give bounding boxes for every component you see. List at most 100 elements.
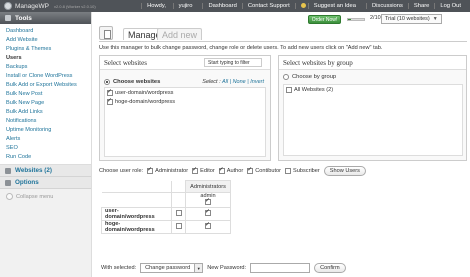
intro-text: Use this manager to bulk change password… <box>99 45 383 51</box>
sidebar-item-bulk-new-page[interactable]: Bulk New Page <box>0 99 91 108</box>
sidebar-item-uptime-monitoring[interactable]: Uptime Monitoring <box>0 126 91 135</box>
nav-log-out[interactable]: Log Out <box>434 3 466 10</box>
action-select[interactable]: Change password ▼ <box>140 263 204 273</box>
sidebar-item-bulk-new-post[interactable]: Bulk New Post <box>0 90 91 99</box>
howdy-label: Howdy, <box>141 3 171 9</box>
order-now-button[interactable]: Order Now! <box>308 15 341 24</box>
admin-top-bar: ManageWP v2.0.8 (Worker v2.0.10) Howdy, … <box>0 0 470 12</box>
role-name: Author <box>226 168 244 174</box>
role-administrator[interactable]: Administrator <box>147 166 188 174</box>
username: yujiro <box>172 3 198 9</box>
role-checkbox[interactable] <box>147 166 154 174</box>
sidebar-item-dashboard[interactable]: Dashboard <box>0 27 91 36</box>
sidebar-item-install-clone[interactable]: Install or Clone WordPress <box>0 72 91 81</box>
sidebar-item-bulk-add-links[interactable]: Bulk Add Links <box>0 108 91 117</box>
role-subscriber[interactable]: Subscriber <box>285 168 320 174</box>
row-user-cell <box>185 220 231 234</box>
sidebar-item-alerts[interactable]: Alerts <box>0 135 91 144</box>
row-select-cell <box>171 220 186 234</box>
websites-icon <box>5 167 11 174</box>
options-icon <box>5 179 11 186</box>
empty-header <box>101 180 172 193</box>
choose-group-label: Choose by group <box>292 74 337 80</box>
row-site-name: user-domain/wordpress <box>101 207 172 221</box>
nav-dashboard[interactable]: Dashboard <box>202 3 241 10</box>
top-nav: Howdy, yujiro Dashboard Contact Support … <box>136 3 466 10</box>
tools-header[interactable]: Tools <box>0 12 91 24</box>
tab-add-new[interactable]: Add new <box>157 28 203 40</box>
site-name: hoge-domain/wordpress <box>115 98 176 105</box>
select-none-link[interactable]: None <box>233 79 246 85</box>
lightbulb-icon <box>300 3 306 8</box>
collapse-icon <box>6 193 13 200</box>
nav-share[interactable]: Share <box>407 3 434 10</box>
user-checkbox[interactable] <box>205 208 211 216</box>
nav-contact-support[interactable]: Contact Support <box>241 3 295 10</box>
user-checkbox[interactable] <box>205 221 211 229</box>
empty-cell <box>171 192 186 208</box>
collapse-label: Collapse menu <box>16 193 54 200</box>
website-usage-bar <box>347 18 365 21</box>
list-item[interactable]: hoge-domain/wordpress <box>105 97 265 106</box>
role-checkbox[interactable] <box>247 166 254 174</box>
role-checkbox[interactable] <box>218 166 225 174</box>
role-author[interactable]: Author <box>218 166 244 174</box>
websites-title: Websites (2) <box>15 167 52 174</box>
table-row: hoge-domain/wordpress <box>101 220 231 234</box>
tools-menu: Dashboard Add Website Plugins & Themes U… <box>0 24 91 165</box>
choose-websites-radio[interactable]: Choose websites <box>104 79 160 85</box>
nav-suggest-idea[interactable]: Suggest an Idea <box>294 3 366 10</box>
select-group-title: Select websites by group <box>279 56 466 70</box>
site-name: user-domain/wordpress <box>115 89 174 96</box>
tab-divider <box>99 41 467 42</box>
role-header: Administrators <box>185 180 231 193</box>
select-invert-link[interactable]: Invert <box>250 79 264 85</box>
new-password-input[interactable] <box>250 263 311 273</box>
role-contributor[interactable]: Contibutor <box>247 166 282 174</box>
choose-group-radio[interactable]: Choose by group <box>283 74 336 80</box>
empty-cell <box>101 192 172 208</box>
row-select-cell <box>171 207 186 221</box>
sidebar-item-backups[interactable]: Backups <box>0 63 91 72</box>
brand[interactable]: ManageWP v2.0.8 (Worker v2.0.10) <box>4 2 96 10</box>
show-users-button[interactable]: Show Users <box>323 166 366 176</box>
nav-discussions[interactable]: Discussions <box>365 3 408 10</box>
role-editor[interactable]: Editor <box>192 166 215 174</box>
sidebar-item-bulk-add-export[interactable]: Bulk Add or Export Websites <box>0 81 91 90</box>
radio-button[interactable] <box>104 79 110 85</box>
websites-header[interactable]: Websites (2) <box>0 165 91 177</box>
website-filter-input[interactable] <box>204 58 262 67</box>
sidebar-item-seo[interactable]: SEO <box>0 144 91 153</box>
role-checkbox[interactable] <box>285 168 292 174</box>
plan-selector[interactable]: Trial (10 websites) ▼ <box>381 14 442 24</box>
howdy-user[interactable]: Howdy, yujiro <box>136 3 202 9</box>
user-column: admin <box>185 192 231 208</box>
select-all-link[interactable]: All <box>222 79 228 85</box>
list-item[interactable]: user-domain/wordpress <box>105 88 265 97</box>
row-select-checkbox[interactable] <box>175 210 182 216</box>
managewp-logo-icon <box>4 2 12 10</box>
select-user-column-checkbox[interactable] <box>205 197 211 205</box>
options-header[interactable]: Options <box>0 177 91 189</box>
sidebar-item-run-code[interactable]: Run Code <box>0 153 91 162</box>
collapse-menu[interactable]: Collapse menu <box>0 189 91 204</box>
site-checkbox[interactable] <box>107 88 113 96</box>
site-checkbox[interactable] <box>107 97 113 105</box>
list-item[interactable]: All Websites (2) <box>284 85 462 94</box>
role-name: Contibutor <box>255 168 282 174</box>
confirm-button[interactable]: Confirm <box>314 263 346 273</box>
tools-icon <box>5 15 11 21</box>
action-value: Change password <box>145 265 191 271</box>
role-name: Subscriber <box>293 168 320 174</box>
role-checkbox[interactable] <box>192 166 199 174</box>
new-password-label: New Password: <box>207 265 247 271</box>
sidebar-item-plugins-themes[interactable]: Plugins & Themes <box>0 45 91 54</box>
select-label: Select : <box>202 79 221 85</box>
row-select-checkbox[interactable] <box>175 223 182 229</box>
options-title: Options <box>15 179 39 186</box>
radio-button[interactable] <box>283 74 289 80</box>
sidebar-item-users[interactable]: Users <box>0 54 91 63</box>
sidebar-item-notifications[interactable]: Notifications <box>0 117 91 126</box>
sidebar-item-add-website[interactable]: Add Website <box>0 36 91 45</box>
group-checkbox[interactable] <box>286 86 292 93</box>
